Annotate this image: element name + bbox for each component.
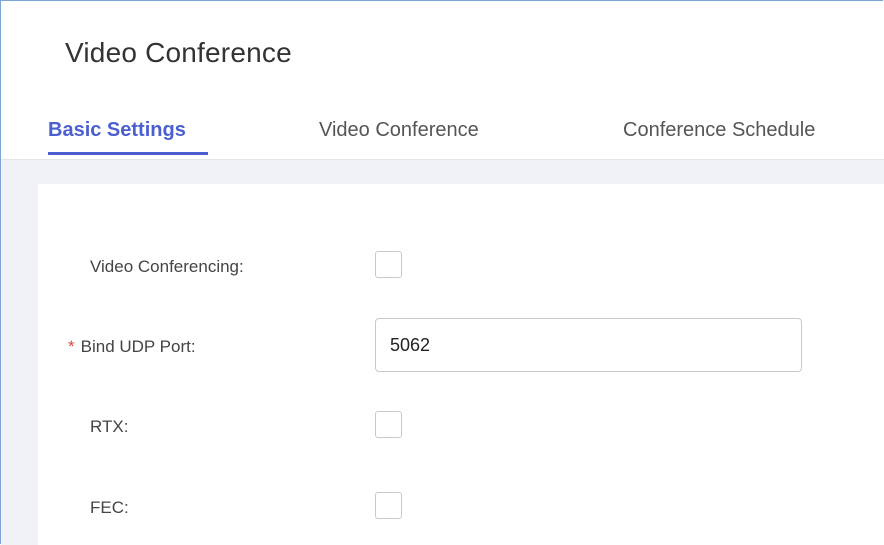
required-marker: * [68,337,75,356]
tab-video-conference[interactable]: Video Conference [319,119,479,142]
video-conferencing-label: Video Conferencing: [90,257,244,277]
bind-udp-port-label-separator: : [190,337,196,356]
video-conferencing-label-separator: : [239,257,244,276]
video-conferencing-checkbox[interactable] [375,251,402,278]
fec-label: FEC: [90,498,129,518]
bind-udp-port-label: * Bind UDP Port: [68,337,196,357]
active-tab-indicator [48,152,208,155]
bind-udp-port-input[interactable] [375,318,802,372]
rtx-label: RTX: [90,417,128,437]
video-conferencing-label-text: Video Conferencing [90,257,240,276]
page-title: Video Conference [65,37,292,68]
rtx-label-separator: : [123,417,129,436]
rtx-label-text: RTX [90,417,124,436]
fec-label-text: FEC [90,498,124,517]
fec-checkbox[interactable] [375,492,402,519]
tab-basic-settings[interactable]: Basic Settings [48,119,186,142]
bind-udp-port-label-text: Bind UDP Port [80,337,191,356]
fec-label-separator: : [124,498,129,517]
app-frame: Video Conference Basic Settings Video Co… [0,0,884,545]
tab-conference-schedule[interactable]: Conference Schedule [623,119,815,142]
rtx-checkbox[interactable] [375,411,402,438]
tab-bar: Basic Settings Video Conference Conferen… [1,109,884,160]
